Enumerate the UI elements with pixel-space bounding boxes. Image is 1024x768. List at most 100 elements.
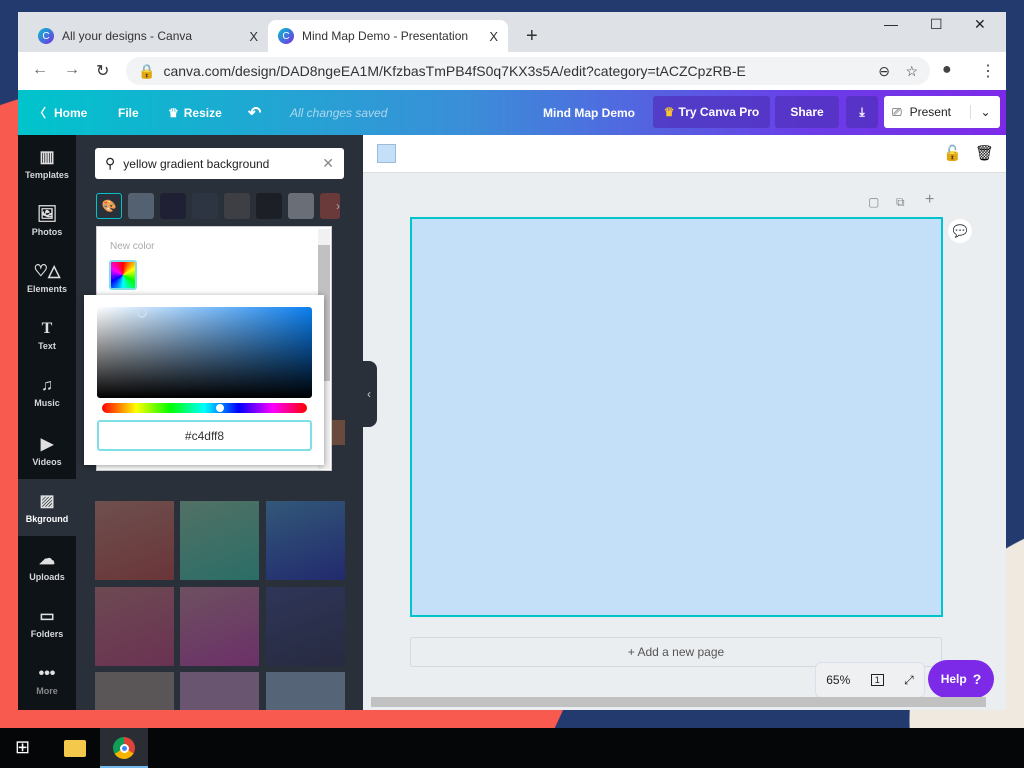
home-label: Home [54, 105, 88, 120]
home-button[interactable]: 〈 Home [34, 90, 87, 135]
background-thumbnail[interactable] [266, 501, 345, 580]
sidebar-label: Photos [31, 227, 63, 237]
reload-icon[interactable]: ↻ [96, 61, 109, 81]
color-swatch[interactable] [256, 193, 282, 219]
present-button[interactable]: ⎚ Present ⌄ [884, 96, 1000, 128]
sidebar-item-videos[interactable]: ▶ Videos [18, 422, 76, 479]
search-input[interactable]: ⚲ yellow gradient background ✕ [95, 148, 344, 179]
sidebar-item-photos[interactable]: 🖼 Photos [18, 192, 76, 249]
taskbar: ⊞ [0, 728, 1024, 768]
notes-icon[interactable]: ▢ [868, 195, 879, 209]
zoom-icon[interactable]: ⊖ [878, 63, 890, 80]
new-tab-button[interactable]: + [516, 20, 548, 52]
design-title[interactable]: Mind Map Demo [543, 90, 635, 135]
close-window-icon[interactable]: ✕ [974, 16, 986, 33]
duplicate-page-icon[interactable]: ⧉ [896, 195, 905, 210]
background-thumbnail[interactable] [95, 672, 174, 710]
download-icon[interactable]: ⤓ [846, 96, 878, 128]
color-swatch[interactable] [192, 193, 218, 219]
color-swatch[interactable] [224, 193, 250, 219]
color-palette-icon[interactable]: 🎨 [96, 193, 122, 219]
browser-window: C All your designs - Canva X C Mind Map Dem… [18, 12, 1006, 710]
sidebar-item-text[interactable]: T Text [18, 307, 76, 364]
file-button[interactable]: File [118, 90, 139, 135]
help-button[interactable]: Help? [928, 660, 994, 698]
sidebar-label: Uploads [29, 572, 65, 582]
sidebar-item-folders[interactable]: ▭ Folders [18, 594, 76, 651]
color-swatch[interactable] [128, 193, 154, 219]
sidebar-item-templates[interactable]: ▥ Templates [18, 135, 76, 192]
add-page-icon[interactable]: + [925, 191, 934, 209]
saturation-value-picker[interactable] [97, 307, 312, 398]
search-icon: ⚲ [105, 155, 116, 171]
hue-slider[interactable] [102, 403, 307, 413]
undo-icon[interactable]: ↶ [248, 90, 261, 135]
music-icon: ♫ [41, 377, 53, 394]
try-pro-button[interactable]: ♛ Try Canva Pro [653, 96, 770, 128]
question-icon: ? [972, 671, 982, 687]
sidebar-item-more[interactable]: ••• More [18, 652, 76, 709]
background-thumbnail[interactable] [95, 587, 174, 666]
background-thumbnail[interactable] [266, 587, 345, 666]
sidebar-item-background[interactable]: ▨ Bkground [18, 479, 76, 536]
file-explorer-icon[interactable] [64, 740, 86, 757]
maximize-icon[interactable]: ☐ [930, 16, 943, 33]
elements-icon: ♡△ [33, 263, 61, 280]
uploads-icon: ☁ [39, 551, 55, 568]
videos-icon: ▶ [40, 436, 54, 453]
tab-label: Mind Map Demo - Presentation [302, 29, 469, 43]
try-pro-label: Try Canva Pro [678, 105, 760, 119]
horizontal-scrollbar[interactable] [371, 697, 986, 707]
background-icon: ▨ [39, 493, 55, 510]
sidebar-item-elements[interactable]: ♡△ Elements [18, 249, 76, 306]
save-status: All changes saved [290, 105, 388, 120]
new-color-label: New color [110, 241, 155, 252]
windows-start-icon[interactable]: ⊞ [15, 737, 30, 758]
hue-handle[interactable] [216, 404, 224, 412]
page-count-icon[interactable]: 1 [870, 674, 884, 686]
zoom-level[interactable]: 65% [826, 673, 850, 687]
resize-button[interactable]: ♛ Resize [168, 90, 222, 135]
profile-icon[interactable]: ● [942, 61, 952, 79]
background-color-button[interactable] [377, 144, 396, 163]
collapse-panel-icon[interactable]: ‹ [361, 361, 377, 427]
tab-mind-map[interactable]: C Mind Map Demo - Presentation X [268, 20, 508, 52]
chrome-taskbar-button[interactable] [100, 728, 148, 768]
photos-icon: 🖼 [36, 206, 58, 223]
minimize-icon[interactable]: — [884, 16, 898, 32]
back-icon[interactable]: ← [32, 61, 48, 79]
help-label: Help [940, 672, 967, 686]
background-thumbnail[interactable] [180, 672, 259, 710]
share-button[interactable]: Share [775, 96, 839, 128]
close-tab-icon[interactable]: X [489, 29, 498, 44]
picker-handle[interactable] [137, 308, 147, 318]
lock-icon[interactable]: 🔓 [943, 144, 962, 162]
fullscreen-icon[interactable]: ⤢ [904, 673, 914, 688]
sidebar-item-uploads[interactable]: ☁ Uploads [18, 537, 76, 594]
trash-icon[interactable]: 🗑 [975, 144, 994, 162]
menu-icon[interactable]: ⋮ [980, 61, 996, 81]
comment-icon[interactable]: 💬 [948, 219, 972, 243]
chevron-down-icon[interactable]: ⌄ [970, 105, 1000, 119]
background-thumbnail[interactable] [180, 587, 259, 666]
url-input[interactable]: 🔒 canva.com/design/DAD8ngeEA1M/KfzbasTmPB… [126, 57, 930, 85]
background-panel: ⚲ yellow gradient background ✕ 🎨 › New col… [76, 135, 363, 710]
background-thumbnail[interactable] [95, 501, 174, 580]
background-thumbnail[interactable] [180, 501, 259, 580]
background-thumbnail[interactable] [266, 672, 345, 710]
color-swatch[interactable] [160, 193, 186, 219]
bookmark-star-icon[interactable]: ☆ [905, 63, 918, 80]
clear-search-icon[interactable]: ✕ [322, 155, 334, 172]
design-page[interactable] [410, 217, 943, 617]
sidebar-item-music[interactable]: ♫ Music [18, 364, 76, 421]
resize-label: Resize [183, 105, 222, 120]
forward-icon[interactable]: → [64, 61, 80, 79]
close-tab-icon[interactable]: X [249, 29, 258, 44]
new-color-button[interactable] [109, 260, 137, 290]
tab-all-designs[interactable]: C All your designs - Canva X [28, 20, 268, 52]
color-swatch[interactable] [288, 193, 314, 219]
chevron-right-icon[interactable]: › [320, 193, 340, 219]
hex-color-input[interactable]: #c4dff8 [97, 420, 312, 451]
search-value: yellow gradient background [123, 156, 270, 171]
left-sidebar: ▥ Templates 🖼 Photos ♡△ Elements T Text ♫ Mus… [18, 135, 76, 710]
